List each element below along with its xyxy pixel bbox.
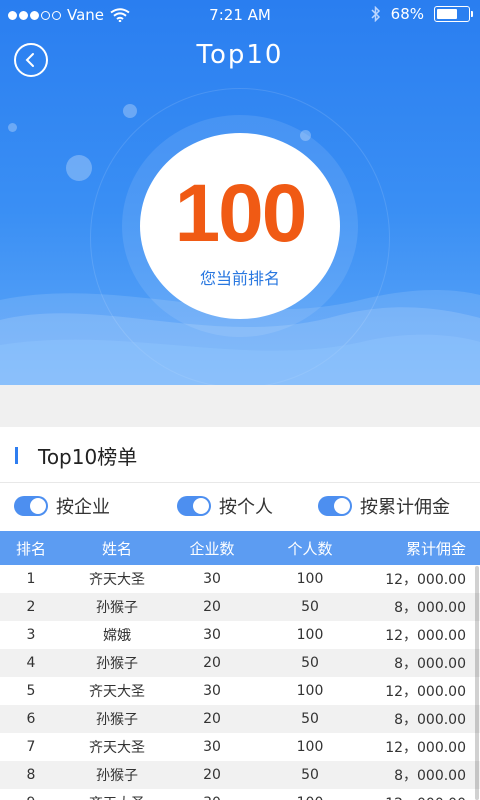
cell-commission: 12，000.00: [385, 628, 466, 644]
cell-name: 孙猴子: [96, 712, 138, 728]
cell-commission: 12，000.00: [360, 789, 466, 800]
cell-individuals: 50: [301, 599, 319, 615]
cell-rank: 7: [26, 739, 36, 755]
panel-header: Top10榜单: [0, 427, 480, 483]
status-right: 68%: [371, 5, 473, 23]
cell-rank: 9: [0, 789, 62, 800]
column-header-name[interactable]: 姓名: [72, 531, 162, 565]
battery-percent: 68%: [390, 5, 424, 23]
title-accent-bar: [15, 447, 18, 464]
toggle-switch[interactable]: [318, 496, 352, 516]
cell-individuals: 100: [268, 789, 352, 800]
hero-banner: Vane 7:21 AM 68% Top10 100 您当前排名: [0, 0, 480, 385]
table-row[interactable]: 5 齐天大圣 30 100 12，000.00: [0, 677, 480, 705]
cell-commission: 12，000.00: [385, 684, 466, 700]
decorative-bubble: [8, 123, 17, 132]
section-spacer: [0, 385, 480, 427]
cell-companies: 30: [203, 739, 221, 755]
table-row[interactable]: 1 齐天大圣 30 100 12，000.00: [0, 565, 480, 593]
cell-commission: 8，000.00: [394, 656, 466, 672]
bluetooth-icon: [371, 6, 380, 22]
toggle-knob: [334, 498, 350, 514]
filter-bar: 按企业 按个人 按累计佣金: [0, 483, 480, 531]
cell-name: 齐天大圣: [72, 789, 162, 800]
filter-by-company[interactable]: 按企业: [14, 493, 110, 519]
cell-individuals: 100: [296, 739, 324, 755]
rank-badge: 100 您当前排名: [140, 133, 340, 319]
column-header-individuals[interactable]: 个人数: [268, 531, 352, 565]
cell-individuals: 50: [301, 767, 319, 783]
table-row[interactable]: 4 孙猴子 20 50 8，000.00: [0, 649, 480, 677]
decorative-bubble: [300, 130, 311, 141]
filter-by-person[interactable]: 按个人: [177, 493, 273, 519]
battery-icon: [434, 6, 473, 22]
table-row[interactable]: 6 孙猴子 20 50 8，000.00: [0, 705, 480, 733]
filter-label: 按企业: [56, 497, 110, 518]
cell-companies: 20: [203, 655, 221, 671]
filter-label: 按个人: [219, 497, 273, 518]
table-header: 排名 姓名 企业数 个人数 累计佣金: [0, 531, 480, 565]
cell-name: 孙猴子: [96, 768, 138, 784]
cell-commission: 8，000.00: [394, 712, 466, 728]
table-row[interactable]: 8 孙猴子 20 50 8，000.00: [0, 761, 480, 789]
cell-individuals: 100: [296, 627, 324, 643]
column-header-commission[interactable]: 累计佣金: [360, 531, 466, 565]
cell-companies: 30: [172, 789, 252, 800]
cell-rank: 3: [26, 627, 36, 643]
cell-individuals: 100: [296, 571, 324, 587]
toggle-knob: [30, 498, 46, 514]
cell-companies: 20: [203, 767, 221, 783]
scrollbar[interactable]: [474, 566, 480, 800]
cell-individuals: 100: [296, 683, 324, 699]
column-header-rank[interactable]: 排名: [0, 531, 62, 565]
table-row[interactable]: 9 齐天大圣 30 100 12，000.00: [0, 789, 480, 800]
screen: Vane 7:21 AM 68% Top10 100 您当前排名 Top10榜单…: [0, 0, 480, 800]
ranking-panel: Top10榜单 按企业 按个人 按累计佣金 排名 姓名 企业数 个人数 累计佣金: [0, 427, 480, 800]
cell-commission: 12，000.00: [385, 572, 466, 588]
filter-label: 按累计佣金: [360, 497, 450, 518]
decorative-bubble: [123, 104, 137, 118]
cell-name: 齐天大圣: [89, 684, 145, 700]
cell-companies: 30: [203, 571, 221, 587]
panel-title: Top10榜单: [38, 445, 138, 469]
cell-rank: 5: [26, 683, 36, 699]
cell-name: 齐天大圣: [89, 740, 145, 756]
cell-commission: 8，000.00: [394, 600, 466, 616]
page-title: Top10: [196, 40, 284, 70]
rank-label: 您当前排名: [199, 269, 280, 288]
cell-individuals: 50: [301, 711, 319, 727]
battery-fill: [437, 9, 458, 19]
cell-individuals: 50: [301, 655, 319, 671]
table-row[interactable]: 3 嫦娥 30 100 12，000.00: [0, 621, 480, 649]
cell-rank: 8: [26, 767, 36, 783]
cell-commission: 8，000.00: [394, 768, 466, 784]
cell-rank: 6: [26, 711, 36, 727]
status-bar: Vane 7:21 AM 68%: [0, 0, 480, 30]
column-header-companies[interactable]: 企业数: [172, 531, 252, 565]
cell-name: 嫦娥: [103, 628, 131, 644]
toggle-switch[interactable]: [14, 496, 48, 516]
cell-rank: 4: [26, 655, 36, 671]
cell-name: 孙猴子: [96, 656, 138, 672]
toggle-knob: [193, 498, 209, 514]
rank-value: 100: [174, 168, 308, 259]
cell-companies: 20: [203, 711, 221, 727]
cell-rank: 1: [26, 571, 36, 587]
table-row[interactable]: 7 齐天大圣 30 100 12，000.00: [0, 733, 480, 761]
cell-name: 孙猴子: [96, 600, 138, 616]
filter-by-commission[interactable]: 按累计佣金: [318, 493, 450, 519]
cell-rank: 2: [26, 599, 36, 615]
cell-companies: 20: [203, 599, 221, 615]
cell-companies: 30: [203, 627, 221, 643]
cell-commission: 12，000.00: [385, 740, 466, 756]
table-row[interactable]: 2 孙猴子 20 50 8，000.00: [0, 593, 480, 621]
decorative-bubble: [66, 155, 92, 181]
cell-name: 齐天大圣: [89, 572, 145, 588]
cell-companies: 30: [203, 683, 221, 699]
toggle-switch[interactable]: [177, 496, 211, 516]
